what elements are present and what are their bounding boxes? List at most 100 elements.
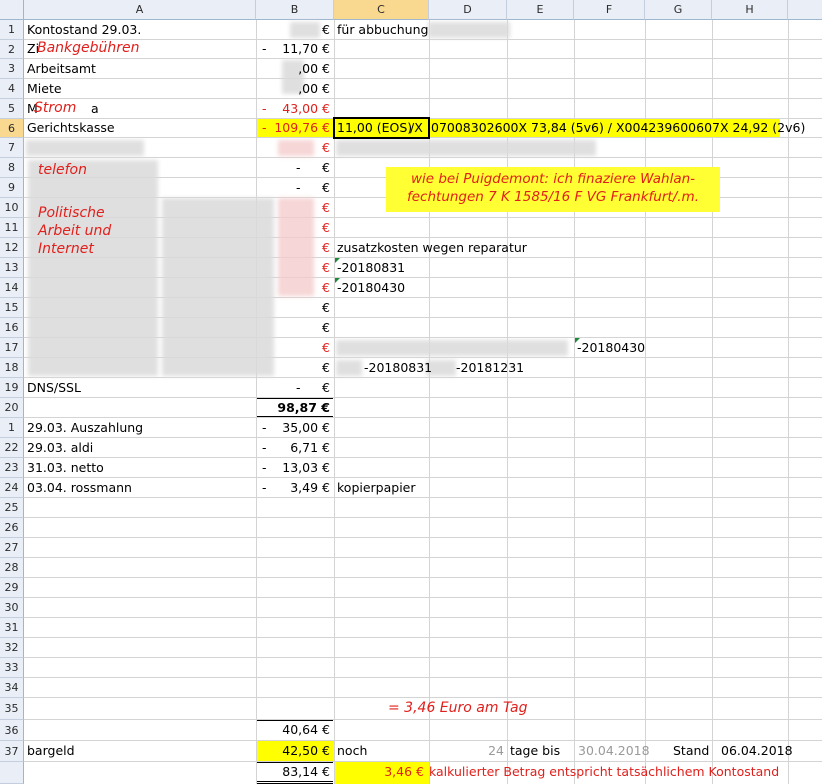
row-header-4[interactable]: 4 <box>0 79 24 99</box>
cell-b7[interactable]: € <box>258 138 330 158</box>
cell-c18-part1[interactable]: -20180831 <box>364 358 432 378</box>
row-header-10[interactable]: 10 <box>0 198 24 218</box>
cell-b13[interactable]: € <box>258 258 330 278</box>
cell-f37[interactable]: 30.04.2018 <box>578 741 650 761</box>
cell-a21[interactable]: 29.03. Auszahlung <box>27 418 143 438</box>
row-header-34[interactable]: 34 <box>0 678 24 698</box>
cell-b15[interactable]: € <box>258 298 330 318</box>
cell-a37[interactable]: bargeld <box>27 741 75 761</box>
row-header-24[interactable]: 24 <box>0 478 24 498</box>
cell-b24[interactable]: 3,49 € <box>258 478 330 498</box>
cell-b22[interactable]: 6,71 € <box>258 438 330 458</box>
cell-c38[interactable]: 3,46 € <box>336 762 424 782</box>
column-header-f[interactable]: F <box>574 0 645 20</box>
column-header-g[interactable]: G <box>645 0 712 20</box>
column-header-c[interactable]: C <box>334 0 429 20</box>
row-header-37[interactable]: 37 <box>0 741 24 762</box>
cell-b11[interactable]: € <box>258 218 330 238</box>
cell-c12[interactable]: zusatzkosten wegen reparatur <box>337 238 527 258</box>
cell-a1[interactable]: Kontostand 29.03. <box>27 20 141 40</box>
row-header-26[interactable]: 26 <box>0 518 24 538</box>
cell-b1[interactable]: € <box>258 20 330 40</box>
row-header-25[interactable]: 25 <box>0 498 24 518</box>
cell-a23[interactable]: 31.03. netto <box>27 458 104 478</box>
spreadsheet[interactable]: A B C D E F G H 1 2 3 4 5 6 7 8 9 10 11 … <box>0 0 822 784</box>
row-header-28[interactable]: 28 <box>0 558 24 578</box>
select-all-corner[interactable] <box>0 0 24 20</box>
cell-b4[interactable]: ,00 € <box>258 79 330 99</box>
cell-b21[interactable]: 35,00 € <box>258 418 330 438</box>
row-header-33[interactable]: 33 <box>0 658 24 678</box>
cell-e37[interactable]: tage bis <box>510 741 560 761</box>
cell-b3[interactable]: ,00 € <box>258 59 330 79</box>
row-header-20[interactable]: 20 <box>0 398 24 418</box>
cell-c1[interactable]: für abbuchung <box>337 20 428 40</box>
row-header-9[interactable]: 9 <box>0 178 24 198</box>
cell-b12[interactable]: € <box>258 238 330 258</box>
row-header-31[interactable]: 31 <box>0 618 24 638</box>
cell-f17[interactable]: -20180430 <box>577 338 645 358</box>
cell-b38[interactable]: 83,14 € <box>258 762 330 782</box>
column-header-b[interactable]: B <box>256 0 334 20</box>
cell-b2[interactable]: 11,70 € <box>258 39 330 59</box>
cell-a4[interactable]: Miete <box>27 79 62 99</box>
row-header-32[interactable]: 32 <box>0 638 24 658</box>
row-header-14[interactable]: 14 <box>0 278 24 298</box>
row-header-8[interactable]: 8 <box>0 158 24 178</box>
row-header-15[interactable]: 15 <box>0 298 24 318</box>
row-header-16[interactable]: 16 <box>0 318 24 338</box>
row-header-21[interactable]: 1 <box>0 418 24 438</box>
cell-c14[interactable]: -20180430 <box>337 278 405 298</box>
cell-b16[interactable]: € <box>258 318 330 338</box>
cell-d38[interactable]: kalkulierter Betrag entspricht tatsächli… <box>429 762 779 782</box>
row-header-11[interactable]: 11 <box>0 218 24 238</box>
row-header-27[interactable]: 27 <box>0 538 24 558</box>
row-header-7[interactable]: 7 <box>0 138 24 158</box>
cell-b18[interactable]: € <box>258 358 330 378</box>
cell-b20[interactable]: 98,87 € <box>258 398 330 418</box>
cell-b14[interactable]: € <box>258 278 330 298</box>
column-header-d[interactable]: D <box>429 0 507 20</box>
row-header-29[interactable]: 29 <box>0 578 24 598</box>
cell-h37[interactable]: 06.04.2018 <box>721 741 793 761</box>
cell-b37[interactable]: 42,50 € <box>258 741 330 761</box>
row-header-5[interactable]: 5 <box>0 99 24 119</box>
cell-b6[interactable]: 109,76 € <box>258 118 330 138</box>
cell-b17[interactable]: € <box>258 338 330 358</box>
cell-b10[interactable]: € <box>258 198 330 218</box>
cell-b23[interactable]: 13,03 € <box>258 458 330 478</box>
row-header-6[interactable]: 6 <box>0 119 24 138</box>
cell-c13[interactable]: -20180831 <box>337 258 405 278</box>
row-header-1[interactable]: 1 <box>0 20 24 40</box>
cell-g37[interactable]: Stand <box>673 741 709 761</box>
cell-c24[interactable]: kopierpapier <box>337 478 416 498</box>
row-header-2[interactable]: 2 <box>0 40 24 59</box>
cell-c37[interactable]: noch <box>337 741 367 761</box>
row-header-17[interactable]: 17 <box>0 338 24 358</box>
cell-a19[interactable]: DNS/SSL <box>27 378 81 398</box>
cell-b8[interactable]: € <box>258 158 330 178</box>
cell-c6[interactable]: 11,00 (EOS) <box>337 118 412 138</box>
row-header-19[interactable]: 19 <box>0 378 24 398</box>
row-header-12[interactable]: 12 <box>0 238 24 258</box>
cell-a6[interactable]: Gerichtskasse <box>27 118 115 138</box>
cell-b19[interactable]: € <box>258 378 330 398</box>
column-header-h[interactable]: H <box>712 0 788 20</box>
column-header-a[interactable]: A <box>24 0 256 20</box>
column-header-i[interactable] <box>788 0 822 20</box>
cell-a24[interactable]: 03.04. rossmann <box>27 478 132 498</box>
row-header-3[interactable]: 3 <box>0 59 24 79</box>
row-header-30[interactable]: 30 <box>0 598 24 618</box>
row-header-23[interactable]: 23 <box>0 458 24 478</box>
cell-d6[interactable]: 07008302600X 73,84 (5v6) / X004239600607… <box>431 118 805 138</box>
row-header-36[interactable]: 36 <box>0 720 24 741</box>
row-header-22[interactable]: 22 <box>0 438 24 458</box>
cell-b36[interactable]: 40,64 € <box>258 720 330 740</box>
row-header-18[interactable]: 18 <box>0 358 24 378</box>
cell-a22[interactable]: 29.03. aldi <box>27 438 93 458</box>
row-header-13[interactable]: 13 <box>0 258 24 278</box>
column-header-e[interactable]: E <box>507 0 574 20</box>
cell-d37[interactable]: 24 <box>430 741 504 761</box>
cell-b5[interactable]: 43,00 € <box>258 99 330 119</box>
row-header-38[interactable] <box>0 762 24 784</box>
